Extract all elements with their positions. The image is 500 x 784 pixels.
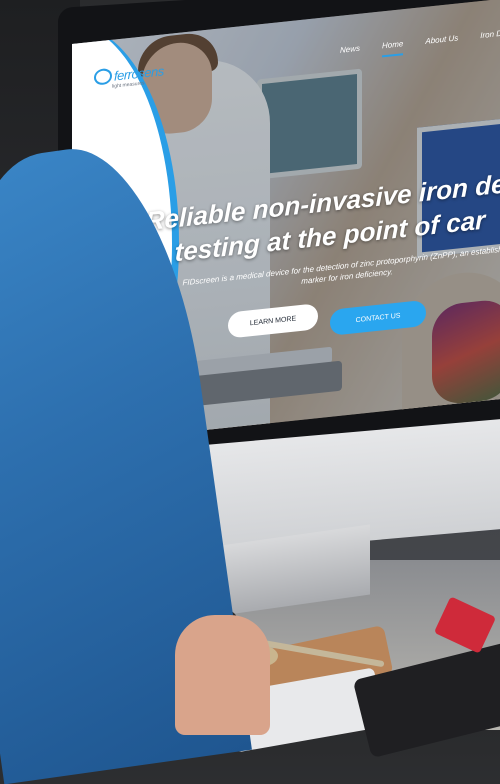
foreground-hand bbox=[175, 615, 270, 735]
nav-item-news[interactable]: News bbox=[340, 44, 360, 62]
nav-item-home[interactable]: Home bbox=[382, 39, 404, 58]
logo-icon bbox=[94, 67, 112, 86]
